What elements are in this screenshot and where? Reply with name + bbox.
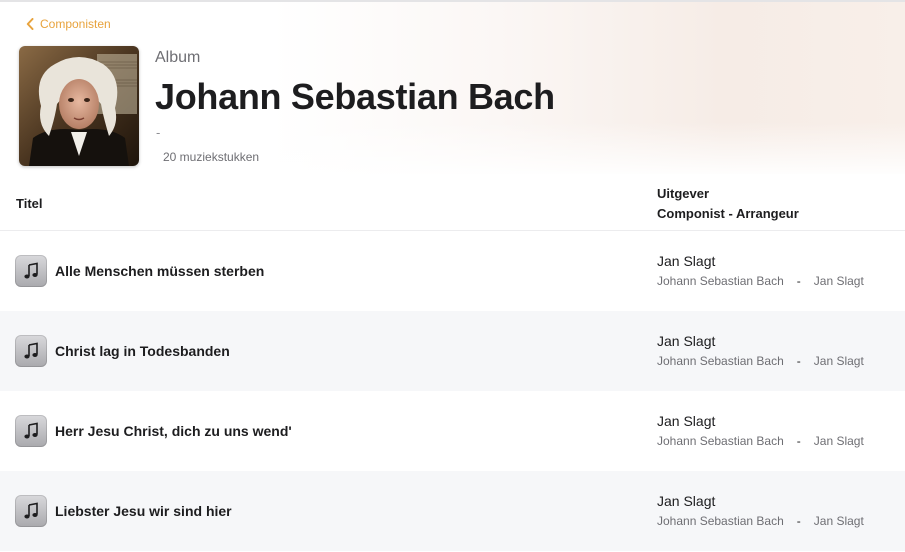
column-title[interactable]: Titel xyxy=(16,196,43,211)
album-header: Componisten Album Johann Sebastian Bach … xyxy=(0,2,905,178)
separator: - xyxy=(796,274,801,288)
separator: - xyxy=(796,514,801,528)
column-publisher[interactable]: Uitgever xyxy=(657,186,709,201)
track-composer: Johann Sebastian Bach xyxy=(657,274,784,288)
chevron-left-icon xyxy=(26,18,34,30)
back-button[interactable]: Componisten xyxy=(26,15,111,33)
track-title: Alle Menschen müssen sterben xyxy=(55,263,265,279)
separator: - xyxy=(796,354,801,368)
separator: - xyxy=(796,434,801,448)
track-publisher: Jan Slagt xyxy=(657,413,716,429)
track-arranger: Jan Slagt xyxy=(813,274,864,288)
track-row[interactable]: Liebster Jesu wir sind hier Jan Slagt Jo… xyxy=(0,471,905,551)
track-count: 20 muziekstukken xyxy=(163,150,260,164)
track-arranger: Jan Slagt xyxy=(813,434,864,448)
column-composer-arranger[interactable]: Componist - Arrangeur xyxy=(657,206,799,221)
track-row[interactable]: Alle Menschen müssen sterben Jan Slagt J… xyxy=(0,231,905,311)
track-composer-arranger: Johann Sebastian Bach - Jan Slagt xyxy=(657,354,864,368)
track-arranger: Jan Slagt xyxy=(813,354,864,368)
music-note-icon xyxy=(15,335,47,367)
portrait-cover-art xyxy=(19,46,139,166)
track-composer: Johann Sebastian Bach xyxy=(657,354,784,368)
back-label: Componisten xyxy=(40,17,111,31)
music-note-icon xyxy=(15,495,47,527)
track-title: Liebster Jesu wir sind hier xyxy=(55,503,232,519)
track-list: Alle Menschen müssen sterben Jan Slagt J… xyxy=(0,231,905,551)
track-arranger: Jan Slagt xyxy=(813,514,864,528)
music-note-icon xyxy=(15,255,47,287)
track-composer: Johann Sebastian Bach xyxy=(657,434,784,448)
track-row[interactable]: Herr Jesu Christ, dich zu uns wend' Jan … xyxy=(0,391,905,471)
track-composer-arranger: Johann Sebastian Bach - Jan Slagt xyxy=(657,514,864,528)
track-composer-arranger: Johann Sebastian Bach - Jan Slagt xyxy=(657,274,864,288)
track-publisher: Jan Slagt xyxy=(657,253,716,269)
track-title: Herr Jesu Christ, dich zu uns wend' xyxy=(55,423,292,439)
album-subtitle: - xyxy=(156,125,161,140)
track-composer-arranger: Johann Sebastian Bach - Jan Slagt xyxy=(657,434,864,448)
album-kind-label: Album xyxy=(155,49,201,66)
track-composer: Johann Sebastian Bach xyxy=(657,514,784,528)
track-title: Christ lag in Todesbanden xyxy=(55,343,230,359)
track-row[interactable]: Christ lag in Todesbanden Jan Slagt Joha… xyxy=(0,311,905,391)
track-publisher: Jan Slagt xyxy=(657,493,716,509)
track-publisher: Jan Slagt xyxy=(657,333,716,349)
album-cover xyxy=(19,46,139,166)
music-note-icon xyxy=(15,415,47,447)
column-header: Titel Uitgever Componist - Arrangeur xyxy=(0,176,905,231)
album-title: Johann Sebastian Bach xyxy=(155,76,555,117)
